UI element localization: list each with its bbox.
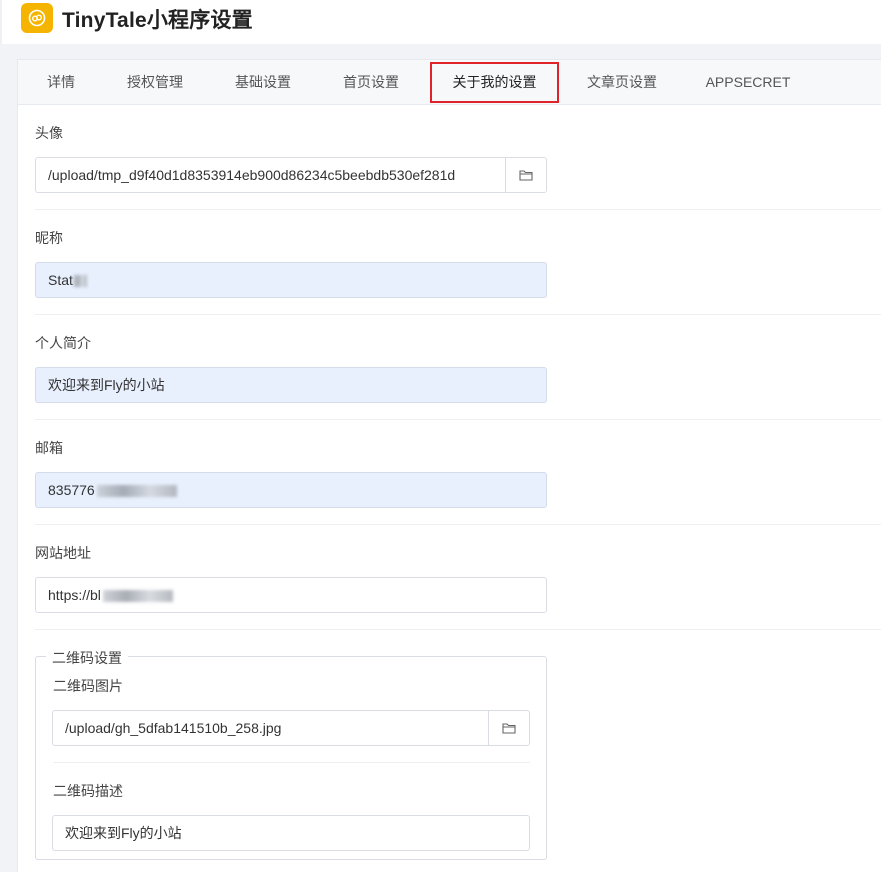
- qrcode-legend: 二维码设置: [46, 648, 128, 668]
- nickname-label: 昵称: [35, 230, 63, 246]
- qrcode-image-value: /upload/gh_5dfab141510b_258.jpg: [65, 720, 282, 736]
- top-header: TinyTale小程序设置: [0, 0, 881, 44]
- avatar-input-value: /upload/tmp_d9f40d1d8353914eb900d86234c5…: [48, 167, 456, 183]
- nickname-input[interactable]: Stat: [35, 262, 547, 298]
- website-label: 网站地址: [35, 545, 91, 561]
- tab-appsecret[interactable]: APPSECRET: [698, 60, 798, 105]
- qrcode-browse-button[interactable]: [488, 711, 529, 745]
- page-title: TinyTale小程序设置: [62, 9, 253, 32]
- divider: [53, 762, 530, 763]
- tab-details[interactable]: 详情: [36, 60, 86, 105]
- qrcode-description-input[interactable]: 欢迎来到Fly的小站: [52, 815, 530, 851]
- divider: [35, 629, 881, 630]
- avatar-input[interactable]: /upload/tmp_d9f40d1d8353914eb900d86234c5…: [35, 157, 547, 193]
- bio-input[interactable]: 欢迎来到Fly的小站: [35, 367, 547, 403]
- website-value: https://bl: [48, 587, 101, 603]
- divider: [35, 209, 881, 210]
- wechat-miniprogram-icon: [28, 9, 46, 27]
- qrcode-image-label: 二维码图片: [53, 678, 123, 694]
- avatar-label: 头像: [35, 125, 63, 141]
- email-input[interactable]: 835776: [35, 472, 547, 508]
- divider: [35, 419, 881, 420]
- tab-article-page-settings[interactable]: 文章页设置: [574, 60, 670, 105]
- app-logo: [21, 3, 53, 33]
- redaction-blur: [72, 275, 87, 288]
- bio-label: 个人简介: [35, 335, 91, 351]
- avatar-browse-button[interactable]: [505, 158, 546, 192]
- tab-homepage-settings[interactable]: 首页设置: [330, 60, 412, 105]
- redaction-blur: [96, 485, 177, 498]
- redaction-blur: [102, 590, 173, 603]
- tab-basic-settings[interactable]: 基础设置: [222, 60, 304, 105]
- nickname-value: Stat: [48, 272, 73, 288]
- email-value: 835776: [48, 482, 95, 498]
- divider: [35, 314, 881, 315]
- qrcode-description-value: 欢迎来到Fly的小站: [65, 825, 182, 841]
- tab-about-me-settings[interactable]: 关于我的设置: [431, 60, 558, 105]
- folder-icon: [519, 170, 533, 181]
- divider: [35, 524, 881, 525]
- qrcode-image-input[interactable]: /upload/gh_5dfab141510b_258.jpg: [52, 710, 530, 746]
- qrcode-description-label: 二维码描述: [53, 783, 123, 799]
- folder-icon: [502, 723, 516, 734]
- email-label: 邮箱: [35, 440, 63, 456]
- tab-bar: 详情 授权管理 基础设置 首页设置 关于我的设置 文章页设置 APPSECRET: [18, 60, 881, 105]
- website-input[interactable]: https://bl: [35, 577, 547, 613]
- tab-authorization[interactable]: 授权管理: [114, 60, 196, 105]
